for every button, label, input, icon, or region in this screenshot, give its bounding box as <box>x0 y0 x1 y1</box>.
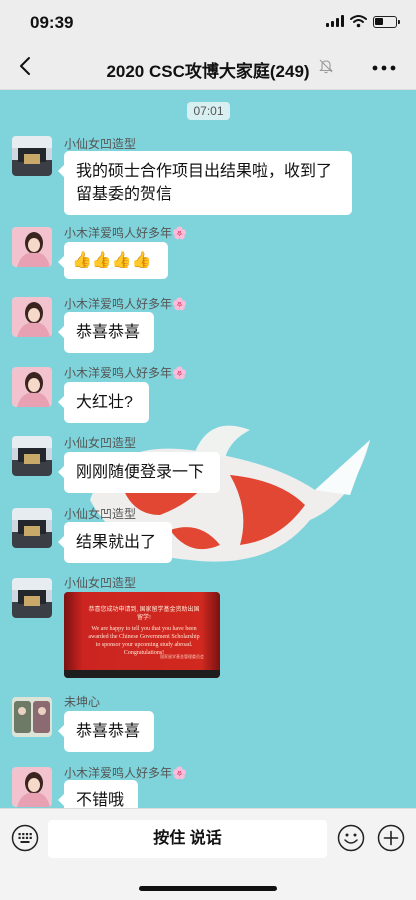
sender-name: 小木洋爱鸣人好多年🌸 <box>64 366 187 380</box>
avatar[interactable] <box>12 367 52 407</box>
avatar[interactable] <box>12 578 52 618</box>
sender-name: 未坤心 <box>64 695 101 709</box>
message-text-line: 我的硕士合作项目出结果啦，收到了 <box>76 163 333 180</box>
avatar[interactable] <box>12 436 52 476</box>
letter-text: 恭喜您成功申请到, 国家留学基金资助出国留学! We are happy to … <box>86 606 202 657</box>
avatar[interactable] <box>12 297 52 337</box>
message-text: 不错哦 <box>76 792 125 808</box>
message-text: 恭喜恭喜 <box>76 324 141 341</box>
emoji-icon[interactable] <box>337 824 365 852</box>
scholarship-letter-image[interactable]: 恭喜您成功申请到, 国家留学基金资助出国留学! We are happy to … <box>64 592 220 678</box>
chat-area[interactable]: 07:01 小仙女凹造型 我的硕士合作项目出结果啦，收到了 留基委的贺信 小木洋… <box>0 90 416 808</box>
message-text: 大红壮? <box>76 394 133 411</box>
message-bubble[interactable]: 我的硕士合作项目出结果啦，收到了 留基委的贺信 <box>58 151 352 215</box>
avatar[interactable] <box>12 767 52 807</box>
message-timestamp: 07:01 <box>187 102 230 120</box>
battery-icon <box>373 16 400 28</box>
sender-name: 小仙女凹造型 <box>64 576 137 590</box>
letter-header: 恭喜您成功申请到, 国家留学基金资助出国留学! <box>88 607 200 621</box>
mute-icon <box>319 59 333 74</box>
sender-name: 小仙女凹造型 <box>64 507 137 521</box>
wifi-icon <box>350 15 367 28</box>
message-bubble[interactable]: 👍👍👍👍 <box>58 242 168 279</box>
input-bar: 按住 说话 <box>0 808 416 868</box>
message-text-line: 留基委的贺信 <box>76 186 173 203</box>
hold-to-talk-button[interactable]: 按住 说话 <box>48 820 327 858</box>
keyboard-icon[interactable] <box>11 824 39 852</box>
avatar[interactable] <box>12 136 52 176</box>
message-bubble[interactable]: 刚刚随便登录一下 <box>58 452 220 493</box>
image-footer <box>64 670 220 678</box>
status-time: 09:39 <box>30 13 74 32</box>
message-bubble[interactable]: 大红壮? <box>58 382 149 423</box>
message-bubble[interactable]: 恭喜恭喜 <box>58 711 154 752</box>
sender-name: 小木洋爱鸣人好多年🌸 <box>64 766 187 780</box>
more-icon[interactable] <box>370 64 398 72</box>
sender-name: 小仙女凹造型 <box>64 137 137 151</box>
letter-signature: 国家留学基金管理委员会 <box>160 654 204 659</box>
avatar[interactable] <box>12 227 52 267</box>
home-indicator[interactable] <box>139 886 277 891</box>
message-bubble[interactable]: 恭喜恭喜 <box>58 312 154 353</box>
nav-bar: 2020 CSC攻博大家庭(249) <box>0 44 416 90</box>
message-text: 恭喜恭喜 <box>76 723 141 740</box>
plus-icon[interactable] <box>377 824 405 852</box>
signal-icon <box>326 15 344 27</box>
avatar[interactable] <box>12 697 52 737</box>
message-text: 👍👍👍👍 <box>72 252 152 269</box>
chat-title: 2020 CSC攻博大家庭(249) <box>106 62 310 81</box>
letter-body: We are happy to tell you that you have b… <box>88 626 200 656</box>
sender-name: 小木洋爱鸣人好多年🌸 <box>64 226 187 240</box>
home-bar <box>0 868 416 900</box>
message-text: 刚刚随便登录一下 <box>76 464 205 481</box>
message-bubble[interactable]: 结果就出了 <box>58 522 172 563</box>
message-text: 结果就出了 <box>76 534 157 551</box>
sender-name: 小仙女凹造型 <box>64 436 137 450</box>
status-bar: 09:39 <box>0 0 416 44</box>
message-bubble[interactable]: 不错哦 <box>58 780 138 808</box>
avatar[interactable] <box>12 508 52 548</box>
sender-name: 小木洋爱鸣人好多年🌸 <box>64 297 187 311</box>
